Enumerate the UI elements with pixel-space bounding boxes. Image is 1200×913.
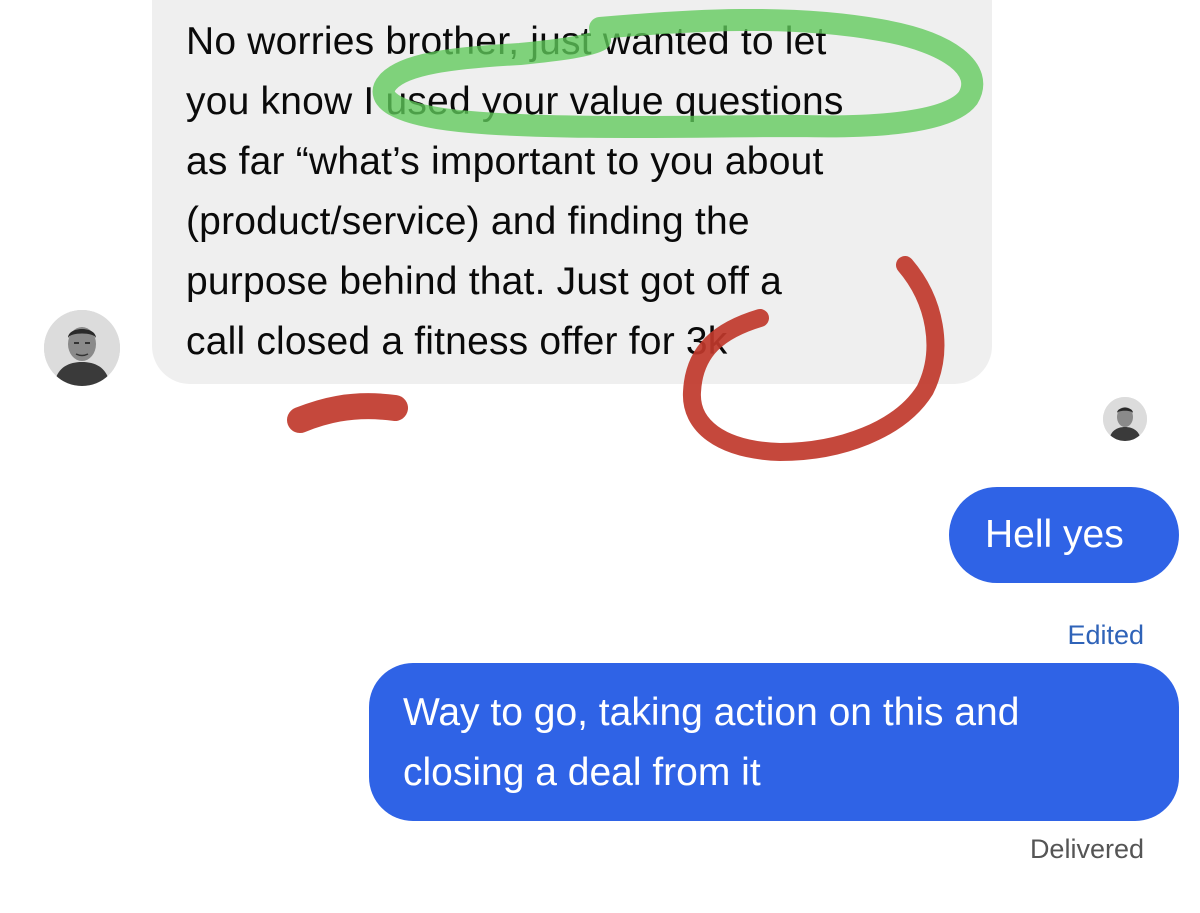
- incoming-message-line: you know I used your value questions: [186, 80, 844, 123]
- outgoing-message-line: Way to go, taking action on this and: [403, 691, 1020, 734]
- delivered-label: Delivered: [1029, 834, 1144, 864]
- chat-thread: No worries brother, just wanted to let y…: [0, 0, 1200, 913]
- incoming-message-line: (product/service) and finding the: [186, 200, 750, 243]
- read-receipt-avatar-icon: [1103, 397, 1147, 441]
- edited-label: Edited: [1067, 620, 1144, 650]
- incoming-message-line: as far “what’s important to you about: [186, 140, 824, 183]
- incoming-message-text: No worries brother, just wanted to let y…: [186, 12, 986, 372]
- incoming-message-line: call closed a fitness offer for 3k: [186, 320, 728, 363]
- outgoing-message-bubble[interactable]: Way to go, taking action on this and clo…: [369, 663, 1179, 821]
- outgoing-message-line: closing a deal from it: [403, 751, 761, 794]
- contact-avatar-icon[interactable]: [44, 310, 120, 386]
- incoming-message-line: No worries brother, just wanted to let: [186, 20, 827, 63]
- outgoing-message-bubble[interactable]: Hell yes: [949, 487, 1179, 583]
- red-dash-mark: [287, 393, 408, 433]
- incoming-message-line: purpose behind that. Just got off a: [186, 260, 783, 303]
